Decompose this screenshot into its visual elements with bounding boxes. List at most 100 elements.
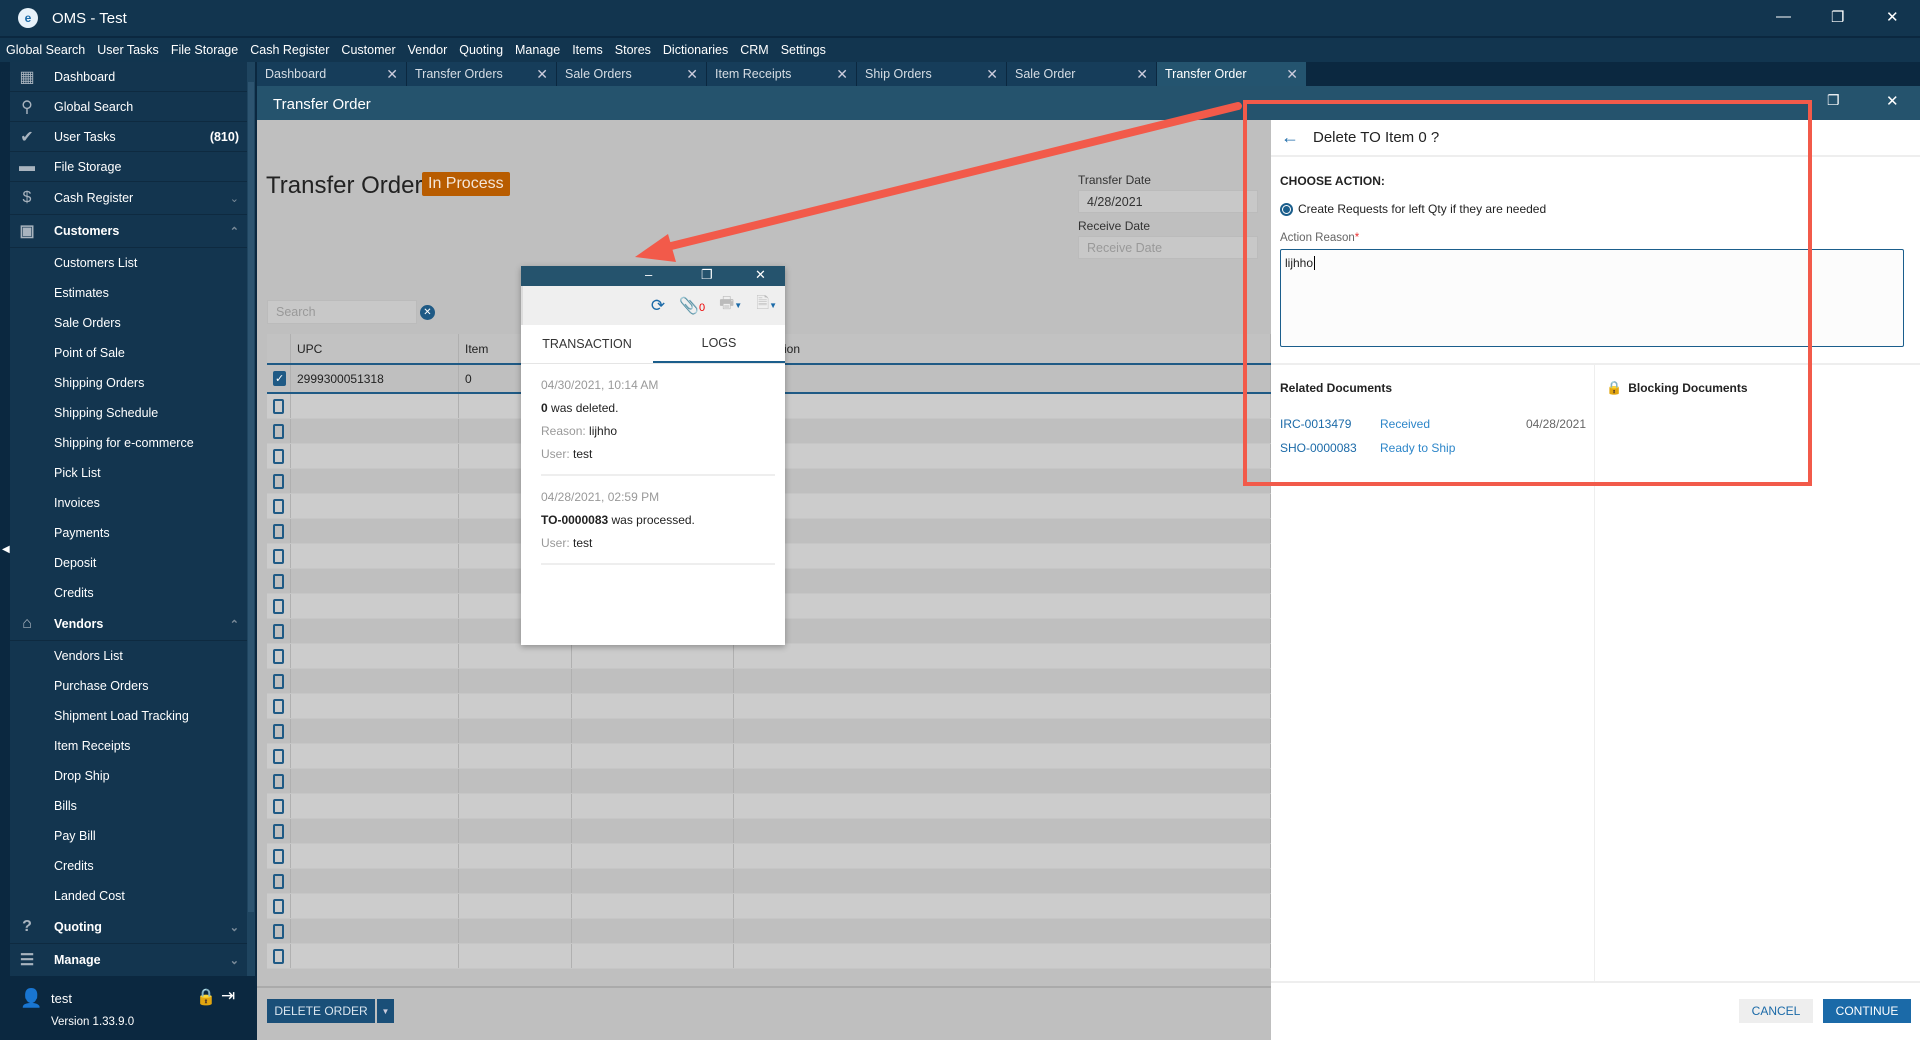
tab-transfer-orders[interactable]: Transfer Orders ✕ [407,62,557,86]
menu-item[interactable]: CRM [740,43,768,57]
sidebar-subitem[interactable]: Customers List [10,248,247,278]
receive-date-input[interactable]: Receive Date [1078,236,1258,259]
sidebar-subitem[interactable]: Credits [10,578,247,608]
row-checkbox[interactable] [273,598,284,614]
row-checkbox[interactable] [273,398,284,414]
tab-transaction[interactable]: TRANSACTION [521,325,653,363]
document-icon[interactable]: 🗎▼ [756,292,777,319]
minimize-icon[interactable]: – [645,267,652,282]
menu-item[interactable]: Customer [341,43,395,57]
row-checkbox[interactable] [273,748,284,764]
collapse-sidebar-icon[interactable]: ◀ [2,544,10,555]
sidebar-subitem[interactable]: Shipping for e-commerce [10,428,247,458]
close-icon[interactable]: ✕ [755,267,766,283]
menu-item[interactable]: Global Search [6,43,85,57]
restore-icon[interactable]: ❐ [701,267,713,283]
continue-button[interactable]: CONTINUE [1823,999,1911,1023]
menu-item[interactable]: User Tasks [97,43,159,57]
row-checkbox[interactable] [273,723,284,739]
close-tab-icon[interactable]: ✕ [386,66,398,83]
refresh-icon[interactable]: ⟳ [651,296,665,316]
row-checkbox[interactable] [273,898,284,914]
row-checkbox[interactable] [273,423,284,439]
row-checkbox[interactable] [273,923,284,939]
tab-ship-orders[interactable]: Ship Orders ✕ [857,62,1007,86]
row-checkbox[interactable] [273,548,284,564]
sidebar-subitem[interactable]: Point of Sale [10,338,247,368]
menu-item[interactable]: Dictionaries [663,43,728,57]
sidebar-item-dashboard[interactable]: ▦ Dashboard [10,62,247,92]
attachment-icon[interactable]: 📎0 [679,296,705,316]
cancel-button[interactable]: CANCEL [1739,999,1813,1023]
row-checkbox[interactable] [273,648,284,664]
sidebar-item-manage[interactable]: ☰ Manage ⌄ [10,944,247,976]
search-input[interactable]: Search [267,300,417,324]
back-arrow-icon[interactable]: ← [1281,127,1299,148]
sidebar-subitem[interactable]: Pay Bill [10,821,247,851]
menu-item[interactable]: Manage [515,43,560,57]
menu-item[interactable]: Quoting [459,43,503,57]
row-checkbox[interactable] [273,848,284,864]
sidebar-item-global-search[interactable]: ⚲ Global Search [10,92,247,122]
menu-item[interactable]: File Storage [171,43,238,57]
sidebar-item-customers[interactable]: ▣ Customers ⌃ [10,215,247,248]
tab-sale-orders[interactable]: Sale Orders ✕ [557,62,707,86]
row-checkbox[interactable] [273,448,284,464]
sidebar-subitem[interactable]: Payments [10,518,247,548]
sidebar-subitem[interactable]: Landed Cost [10,881,247,911]
row-checkbox[interactable] [273,948,284,964]
close-tab-icon[interactable]: ✕ [536,66,548,83]
sidebar-subitem[interactable]: Deposit [10,548,247,578]
related-document-link[interactable]: SHO-0000083 [1280,441,1380,455]
row-checkbox[interactable]: ✓ [273,371,287,386]
tab-sale-order[interactable]: Sale Order ✕ [1007,62,1157,86]
tab-dashboard[interactable]: Dashboard ✕ [257,62,407,86]
sidebar-subitem[interactable]: Pick List [10,458,247,488]
sidebar-subitem[interactable]: Purchase Orders [10,671,247,701]
minimize-icon[interactable]: — [1776,8,1791,25]
related-document-link[interactable]: IRC-0013479 [1280,417,1380,431]
sidebar-subitem[interactable]: Shipping Schedule [10,398,247,428]
menu-item[interactable]: Stores [615,43,651,57]
close-tab-icon[interactable]: ✕ [1136,66,1148,83]
close-icon[interactable]: ✕ [1886,92,1899,110]
sidebar-subitem[interactable]: Drop Ship [10,761,247,791]
sidebar-subitem[interactable]: Sale Orders [10,308,247,338]
sidebar-subitem[interactable]: Item Receipts [10,731,247,761]
close-icon[interactable]: ✕ [1886,8,1899,26]
sidebar-subitem[interactable]: Estimates [10,278,247,308]
sidebar-subitem[interactable]: Shipping Orders [10,368,247,398]
sidebar-subitem[interactable]: Vendors List [10,641,247,671]
delete-order-button[interactable]: DELETE ORDER [267,999,375,1023]
logout-icon[interactable]: ⇥ [221,986,235,1006]
action-reason-textarea[interactable]: lijhho [1280,249,1904,347]
close-tab-icon[interactable]: ✕ [836,66,848,83]
row-checkbox[interactable] [273,573,284,589]
sidebar-subitem[interactable]: Bills [10,791,247,821]
close-tab-icon[interactable]: ✕ [686,66,698,83]
close-tab-icon[interactable]: ✕ [1286,66,1298,83]
menu-item[interactable]: Vendor [408,43,448,57]
clear-search-icon[interactable]: ✕ [420,305,435,320]
tab-transfer-order[interactable]: Transfer Order ✕ [1157,62,1307,86]
sidebar-subitem[interactable]: Shipment Load Tracking [10,701,247,731]
sidebar-item-cash-register[interactable]: $ Cash Register ⌄ [10,182,247,215]
close-tab-icon[interactable]: ✕ [986,66,998,83]
row-checkbox[interactable] [273,498,284,514]
sidebar-item-file-storage[interactable]: ▬ File Storage [10,152,247,182]
restore-icon[interactable]: ❐ [1831,8,1844,26]
lock-icon[interactable]: 🔒 [196,987,216,1007]
row-checkbox[interactable] [273,773,284,789]
sidebar-item-user-tasks[interactable]: ✔ User Tasks (810) [10,122,247,152]
tab-logs[interactable]: LOGS [653,325,785,363]
row-checkbox[interactable] [273,823,284,839]
row-checkbox[interactable] [273,698,284,714]
row-checkbox[interactable] [273,873,284,889]
row-checkbox[interactable] [273,523,284,539]
sidebar-subitem[interactable]: Credits [10,851,247,881]
sidebar-scrollbar[interactable] [247,62,255,976]
tab-item-receipts[interactable]: Item Receipts ✕ [707,62,857,86]
row-checkbox[interactable] [273,623,284,639]
delete-order-dropdown-icon[interactable]: ▼ [377,999,394,1023]
transfer-date-input[interactable]: 4/28/2021 [1078,190,1258,213]
